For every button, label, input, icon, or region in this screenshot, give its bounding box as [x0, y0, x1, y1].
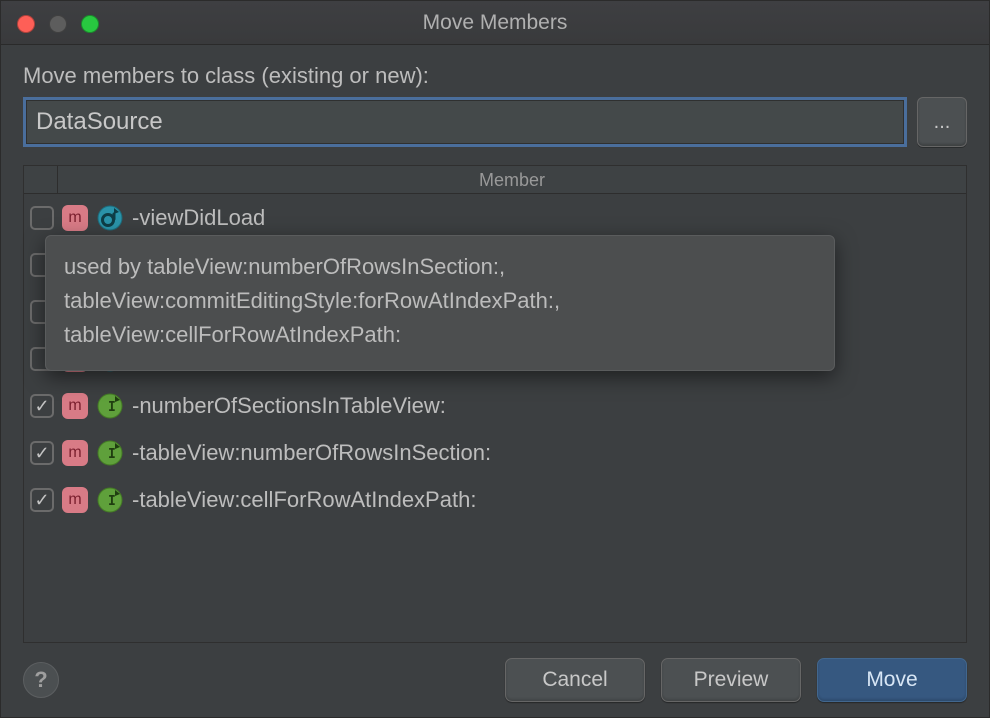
member-label: -tableView:numberOfRowsInSection:: [132, 440, 491, 466]
help-icon: ?: [34, 667, 47, 693]
member-checkbox[interactable]: [30, 206, 54, 230]
member-checkbox[interactable]: [30, 441, 54, 465]
minimize-icon[interactable]: [49, 15, 67, 33]
svg-text:I: I: [108, 494, 116, 509]
member-checkbox[interactable]: [30, 488, 54, 512]
tooltip-line: tableView:cellForRowAtIndexPath:: [64, 318, 816, 352]
table-row[interactable]: m I -tableView:numberOfRowsInSection:: [24, 429, 966, 476]
method-badge-icon: m: [62, 205, 88, 231]
method-badge-icon: m: [62, 440, 88, 466]
implement-icon: I: [96, 439, 124, 467]
override-icon: [96, 204, 124, 232]
dialog-footer: ? Cancel Preview Move: [1, 643, 989, 717]
close-icon[interactable]: [17, 15, 35, 33]
traffic-lights: [17, 15, 99, 33]
implement-icon: I: [96, 392, 124, 420]
dialog-window: Move Members Move members to class (exis…: [0, 0, 990, 718]
usage-tooltip: used by tableView:numberOfRowsInSection:…: [45, 235, 835, 371]
ellipsis-icon: ...: [934, 111, 951, 134]
member-label: -tableView:cellForRowAtIndexPath:: [132, 487, 476, 513]
window-title: Move Members: [423, 11, 568, 35]
target-class-input[interactable]: [23, 97, 907, 147]
cancel-button[interactable]: Cancel: [505, 658, 645, 702]
target-class-label: Move members to class (existing or new):: [23, 63, 967, 89]
input-row: ...: [23, 97, 967, 147]
tooltip-line: tableView:commitEditingStyle:forRowAtInd…: [64, 284, 816, 318]
member-checkbox[interactable]: [30, 394, 54, 418]
method-badge-icon: m: [62, 487, 88, 513]
titlebar: Move Members: [1, 1, 989, 45]
move-button[interactable]: Move: [817, 658, 967, 702]
dialog-content: Move members to class (existing or new):…: [1, 45, 989, 643]
preview-button[interactable]: Preview: [661, 658, 801, 702]
header-checkbox-col: [24, 166, 58, 193]
method-badge-icon: m: [62, 393, 88, 419]
tooltip-line: used by tableView:numberOfRowsInSection:…: [64, 250, 816, 284]
header-member-col: Member: [58, 166, 966, 193]
table-row[interactable]: m I -tableView:cellForRowAtIndexPath:: [24, 476, 966, 523]
member-label: -numberOfSectionsInTableView:: [132, 393, 446, 419]
svg-text:I: I: [108, 447, 116, 462]
table-row[interactable]: m -viewDidLoad: [24, 194, 966, 241]
browse-button[interactable]: ...: [917, 97, 967, 147]
zoom-icon[interactable]: [81, 15, 99, 33]
help-button[interactable]: ?: [23, 662, 59, 698]
implement-icon: I: [96, 486, 124, 514]
member-label: -viewDidLoad: [132, 205, 265, 231]
table-header: Member: [24, 166, 966, 194]
svg-text:I: I: [108, 400, 116, 415]
table-row[interactable]: m I -numberOfSectionsInTableView:: [24, 382, 966, 429]
